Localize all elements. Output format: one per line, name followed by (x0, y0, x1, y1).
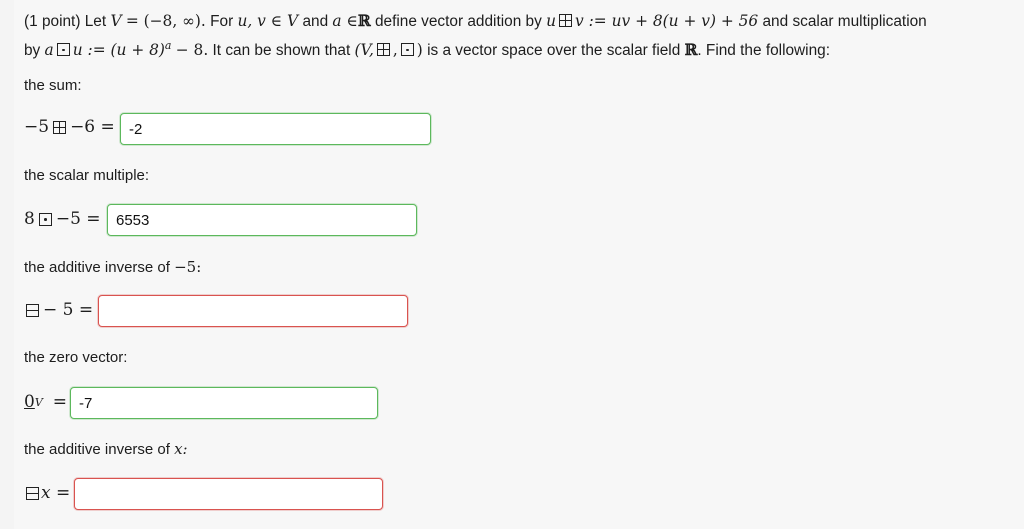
sum-answer-input[interactable] (120, 113, 431, 145)
sum-right: −6 = (70, 117, 115, 137)
define-add-text: define vector addition by (374, 13, 542, 30)
boxplus-icon (559, 14, 573, 27)
inverse-x-var: x = (41, 483, 71, 503)
inverse-label: the additive inverse of −5: (24, 258, 201, 276)
math-set: = (−8, ∞). (125, 12, 206, 30)
scalar-left: 8 (24, 209, 35, 229)
by-text: by (24, 42, 41, 60)
math-u: u (546, 12, 557, 30)
scalar-label: the scalar multiple: (24, 167, 150, 184)
zero-answer-input[interactable] (70, 387, 378, 419)
math-add-def: v := uv + 8(u + v) + 56 (575, 12, 759, 30)
math-exponent: a (164, 39, 172, 52)
reals-symbol: ℝ (684, 41, 698, 60)
inverse-x-label-math: x: (174, 440, 188, 458)
and-text: and (302, 13, 329, 30)
reals-symbol: ℝ (357, 12, 371, 30)
boxplus-icon (53, 120, 67, 134)
boxdot-icon (400, 43, 414, 57)
math-minus8: − 8. (175, 41, 209, 60)
zero-subscript: V (34, 395, 43, 409)
zero-row: 0V = (24, 392, 67, 412)
inverse-label-text: the additive inverse of (24, 259, 170, 276)
zero-label: the zero vector: (24, 349, 128, 366)
math-scalar-def: u := (u + 8) (72, 41, 165, 60)
inverse-x-label-text: the additive inverse of (24, 441, 170, 458)
inverse-row: − 5 = (24, 300, 93, 320)
math-V: V (110, 12, 122, 30)
inverse-answer-input[interactable] (98, 295, 408, 327)
inverse-x-row: x = (24, 483, 70, 503)
boxminus-icon (26, 486, 39, 500)
sum-row: −5 −6 = (24, 117, 115, 137)
zero-symbol: 0 (24, 392, 35, 412)
boxplus-icon (376, 43, 390, 57)
points-text: (1 point) (24, 13, 81, 30)
math-a: a (44, 41, 54, 60)
inverse-x-answer-input[interactable] (74, 478, 383, 510)
scalar-row: 8 −5 = (24, 209, 101, 229)
sum-left: −5 (24, 117, 50, 137)
for-text: For (210, 13, 234, 30)
zero-equals: = (52, 392, 68, 412)
math-triple-close: ) (416, 41, 423, 60)
boxdot-icon (56, 43, 70, 57)
problem-statement: (1 point) Let V = (−8, ∞). For u, v ∈ V … (24, 9, 1014, 63)
boxminus-icon (26, 303, 39, 317)
scalar-text: and scalar multiplication (762, 13, 927, 30)
math-uv: u, v ∈ V (237, 12, 299, 30)
inverse-x-label: the additive inverse of x: (24, 440, 188, 458)
math-comma: , (392, 41, 398, 60)
sum-label: the sum: (24, 77, 82, 94)
inverse-label-math: −5: (174, 258, 202, 276)
find-text: . Find the following: (697, 42, 830, 60)
inverse-right: − 5 = (43, 300, 94, 320)
boxdot-icon (38, 212, 52, 226)
math-triple-open: (V, (354, 41, 374, 60)
vs-text: is a vector space over the scalar field (427, 42, 681, 60)
scalar-right: −5 = (55, 209, 101, 229)
scalar-answer-input[interactable] (107, 204, 417, 236)
math-a-in: a ∈ (332, 12, 358, 30)
shown-text: It can be shown that (212, 42, 351, 60)
let-text: Let (84, 13, 107, 30)
